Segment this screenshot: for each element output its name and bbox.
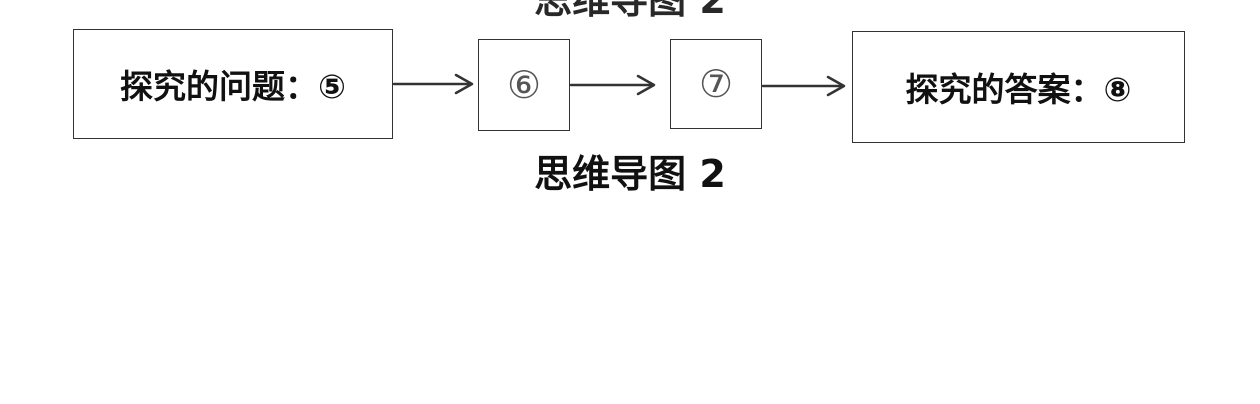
connector-arrows xyxy=(392,73,846,97)
arrow-question-to-step-6 xyxy=(392,73,474,95)
arrow-step-6-to-step-7 xyxy=(569,74,656,96)
arrow-step-7-to-answer xyxy=(761,75,846,97)
diagram-caption: 思维导图 2 xyxy=(534,152,726,196)
